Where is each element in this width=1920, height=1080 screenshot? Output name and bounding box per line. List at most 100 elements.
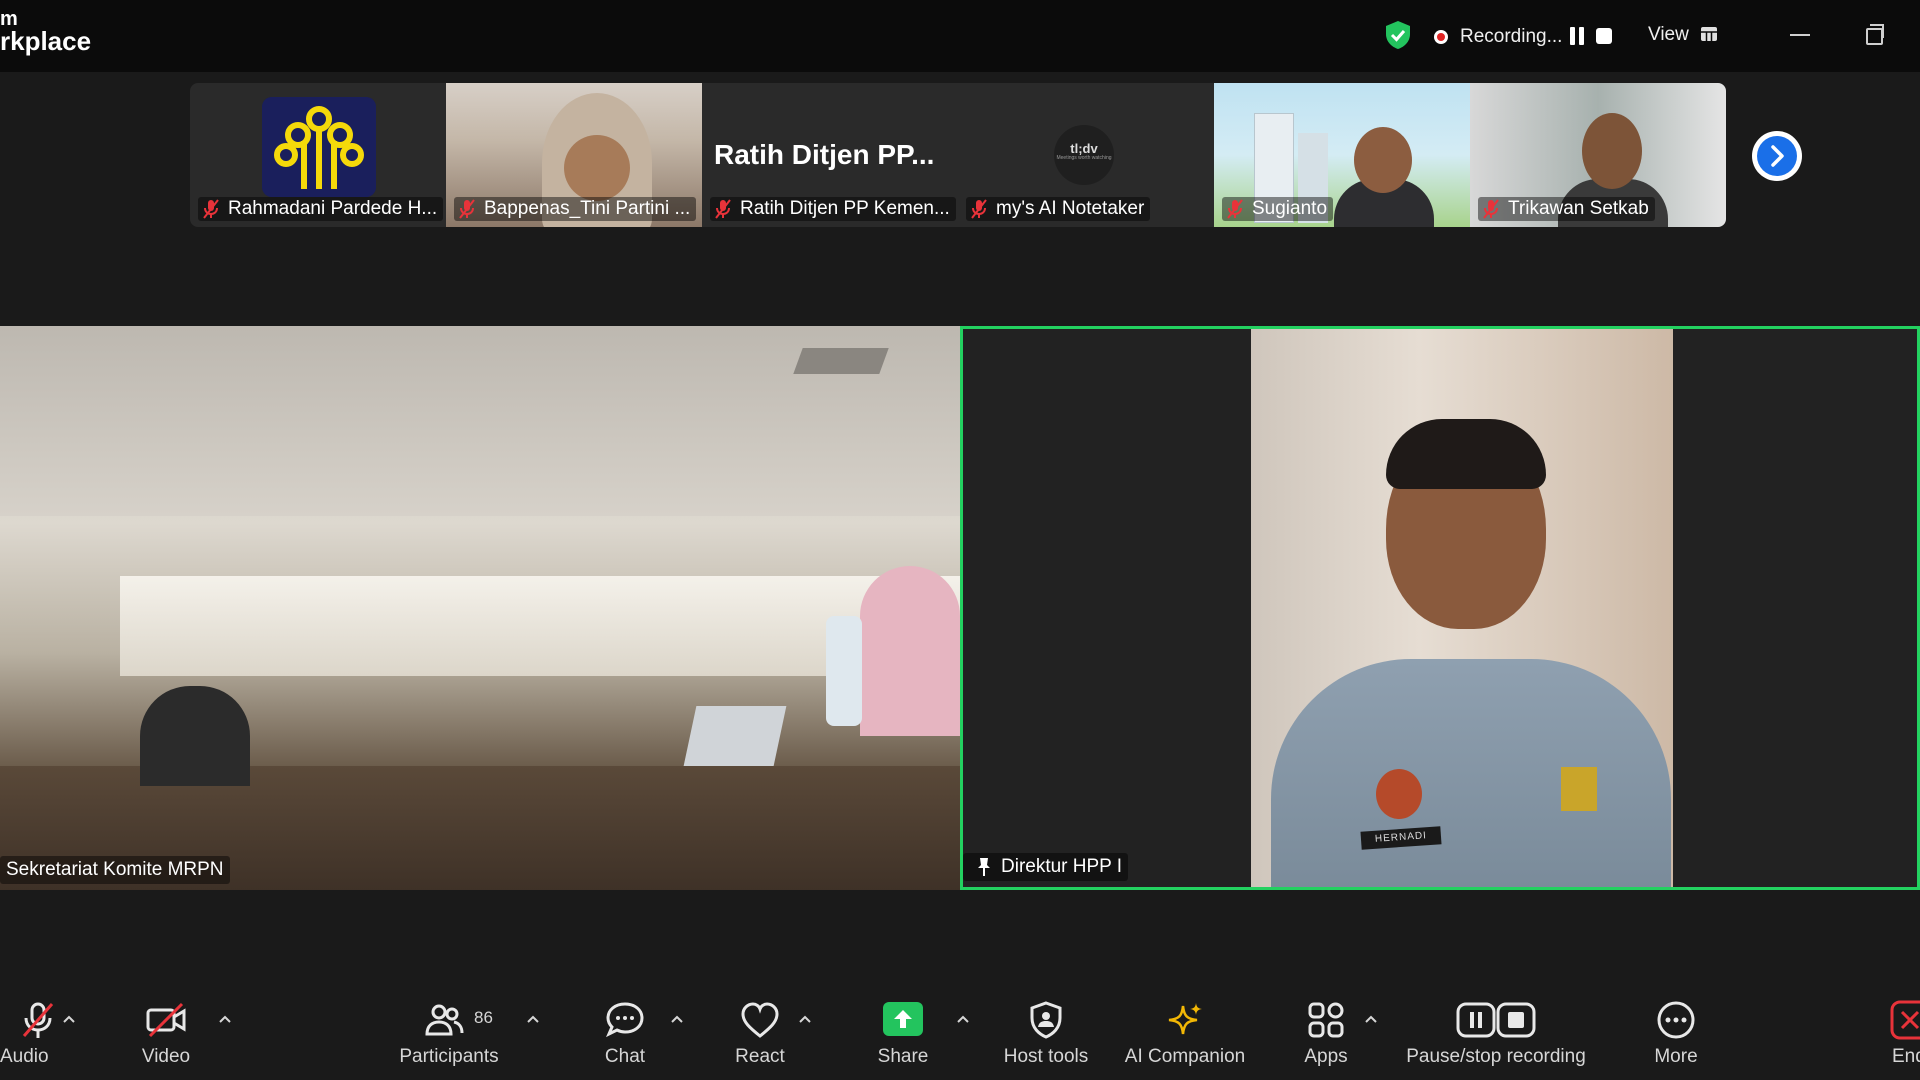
insignia-shape [1561,767,1597,811]
video-tile-active-speaker[interactable]: HERNADI Direktur HPP I [960,326,1920,890]
notetaker-logo: tl;dv Meetings worth watching [1054,125,1114,185]
participant-tile[interactable]: Bappenas_Tini Partini ... [446,83,702,227]
video-tile-meeting-room[interactable]: Sekretariat Komite MRPN [0,326,960,890]
participant-tile[interactable]: Ratih Ditjen PP... Ratih Ditjen PP Kemen… [702,83,958,227]
apps-options-caret-icon[interactable] [1364,1014,1378,1024]
video-label: Video [141,1046,191,1067]
notetaker-logo-subtext: Meetings worth watching [1056,155,1112,161]
stop-recording-icon[interactable] [1596,28,1612,44]
mic-muted-icon [203,199,219,219]
participant-name: Bappenas_Tini Partini ... [454,197,697,221]
chat-options-caret-icon[interactable] [670,1014,684,1024]
participants-icon [425,1004,464,1036]
audio-button[interactable]: Audio [0,980,54,1080]
apps-icon [1308,1002,1344,1038]
mic-muted-icon [459,199,475,219]
participant-name: Direktur HPP I [963,853,1129,881]
restore-window-icon[interactable] [1866,24,1884,45]
apps-button[interactable]: Apps [1290,980,1362,1080]
gallery-next-page-button[interactable] [1752,131,1802,181]
participant-tile[interactable]: Sugianto [1214,83,1470,227]
share-label: Share [877,1046,929,1067]
participant-gallery: Rahmadani Pardede H... Bappenas_Tini Par… [190,83,1726,227]
badge-shape [1376,769,1422,819]
participant-name: Trikawan Setkab [1478,197,1655,221]
heart-icon [741,1002,779,1038]
laptop-shape [683,706,787,766]
recording-status: Recording... [1460,26,1563,47]
chevron-right-icon [1771,145,1784,167]
participant-name: Ratih Ditjen PP Kemen... [710,197,956,221]
ai-companion-label: AI Companion [1124,1046,1246,1067]
mic-muted-icon [971,199,987,219]
ceiling-vent-shape [793,348,889,374]
chat-icon [606,1002,644,1038]
top-bar: m rkplace Recording... View [0,0,1920,72]
host-tools-label: Host tools [1003,1046,1089,1067]
torso-shape [1271,659,1671,887]
mic-muted-icon [22,1002,54,1038]
ai-sparkle-icon [1168,1003,1202,1035]
share-button[interactable]: Share [866,980,940,1080]
participant-name-text: Bappenas_Tini Partini ... [484,198,691,219]
more-label: More [1654,1046,1698,1067]
app-title-line2: rkplace [0,26,92,56]
mic-muted-icon [1483,199,1499,219]
notetaker-logo-text: tl;dv [1070,141,1098,156]
meeting-toolbar: Audio Video 86 Participants Chat React S… [0,980,1920,1080]
participant-name-text: Rahmadani Pardede H... [228,198,438,219]
chat-label: Chat [604,1046,646,1067]
share-screen-icon [883,1002,923,1036]
video-options-caret-icon[interactable] [218,1014,232,1024]
end-label: End [1892,1046,1920,1067]
participants-button[interactable]: 86 Participants [390,980,508,1080]
pause-stop-recording-label: Pause/stop recording [1406,1046,1586,1067]
share-options-caret-icon[interactable] [956,1014,970,1024]
participant-name-text: Sugianto [1252,198,1328,219]
audio-label: Audio [0,1046,49,1067]
host-tools-button[interactable]: Host tools [996,980,1096,1080]
participant-name-text: Ratih Ditjen PP Kemen... [740,198,950,219]
mic-muted-icon [1227,199,1243,219]
end-meeting-icon [1890,1000,1920,1040]
app-title: m rkplace [0,9,92,56]
participant-name: Sugianto [1222,197,1334,221]
apps-label: Apps [1304,1046,1348,1067]
participant-tile[interactable]: Trikawan Setkab [1470,83,1726,227]
speaker-video: HERNADI [1251,329,1673,887]
video-button[interactable]: Video [126,980,206,1080]
face-shape [564,135,630,201]
face-shape [1354,127,1412,193]
ai-companion-button[interactable]: AI Companion [1116,980,1254,1080]
organization-emblem-icon [262,97,376,197]
more-button[interactable]: More [1640,980,1712,1080]
grid-view-icon[interactable] [1700,26,1718,42]
hair-shape [1386,419,1546,489]
more-icon [1657,1001,1695,1039]
audio-options-caret-icon[interactable] [62,1014,76,1024]
participant-name: Rahmadani Pardede H... [198,197,444,221]
end-meeting-button[interactable]: End [1886,980,1920,1080]
participant-tile[interactable]: tl;dv Meetings worth watching my's AI No… [958,83,1214,227]
participants-options-caret-icon[interactable] [526,1014,540,1024]
participant-display-name: Ratih Ditjen PP... [714,139,935,170]
minimize-window-icon[interactable] [1790,34,1810,36]
pause-recording-icon[interactable] [1570,27,1586,45]
react-label: React [735,1046,785,1067]
participants-label: Participants [399,1046,499,1067]
participant-name-text: Trikawan Setkab [1508,198,1649,219]
participant-count: 86 [474,1008,493,1027]
participant-tile[interactable]: Rahmadani Pardede H... [190,83,446,227]
mic-muted-icon [715,199,731,219]
host-shield-icon [1030,1001,1062,1039]
react-options-caret-icon[interactable] [798,1014,812,1024]
react-button[interactable]: React [725,980,795,1080]
encryption-shield-icon[interactable] [1384,20,1412,50]
chat-button[interactable]: Chat [590,980,660,1080]
pause-stop-recording-button[interactable]: Pause/stop recording [1396,980,1596,1080]
water-bottle-shape [826,616,862,726]
pin-icon [978,858,990,876]
participant-name: Sekretariat Komite MRPN [0,856,230,884]
participant-name: my's AI Notetaker [966,197,1151,221]
view-button[interactable]: View [1648,24,1689,46]
